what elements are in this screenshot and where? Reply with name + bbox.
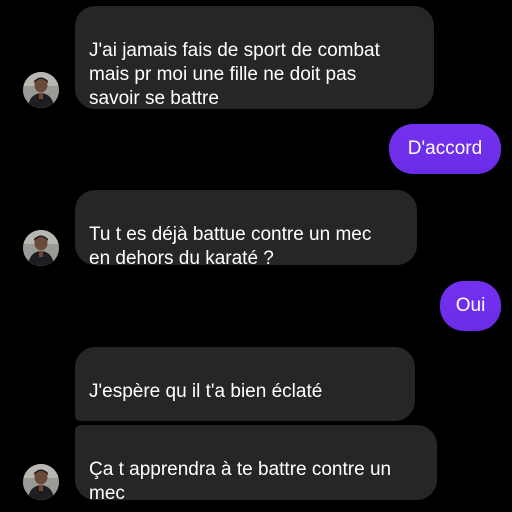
chat-thread: J'ai jamais fais de sport de combat mais…: [0, 0, 512, 512]
rolling-on-floor-laughing-icon: [109, 404, 129, 447]
incoming-message-bubble[interactable]: Tu t es déjà battue contre un mec en deh…: [75, 190, 417, 269]
message-text: J'espère qu il t'a bien éclaté: [89, 381, 323, 402]
message-text: Ça t apprendra à te battre contre un mec: [89, 459, 392, 504]
message-text: D'accord: [407, 138, 483, 159]
incoming-message-bubble[interactable]: J'ai jamais fais de sport de combat mais…: [75, 6, 434, 109]
contact-avatar[interactable]: [23, 230, 59, 266]
avatar-image: [23, 464, 59, 500]
incoming-message-bubble[interactable]: Ça t apprendra à te battre contre un mec: [75, 425, 437, 504]
incoming-message-bubble[interactable]: J'espère qu il t'a bien éclaté: [75, 347, 415, 495]
avatar-image: [23, 72, 59, 108]
outgoing-message-bubble[interactable]: D'accord: [389, 124, 501, 174]
contact-avatar[interactable]: [23, 464, 59, 500]
message-text: J'ai jamais fais de sport de combat mais…: [89, 40, 380, 109]
outgoing-message-bubble[interactable]: Oui: [440, 281, 501, 331]
message-text: Oui: [455, 295, 486, 316]
rolling-on-floor-laughing-icon: [89, 404, 109, 447]
avatar-image: [23, 230, 59, 266]
message-text: Tu t es déjà battue contre un mec en deh…: [89, 224, 372, 269]
contact-avatar[interactable]: [23, 72, 59, 108]
